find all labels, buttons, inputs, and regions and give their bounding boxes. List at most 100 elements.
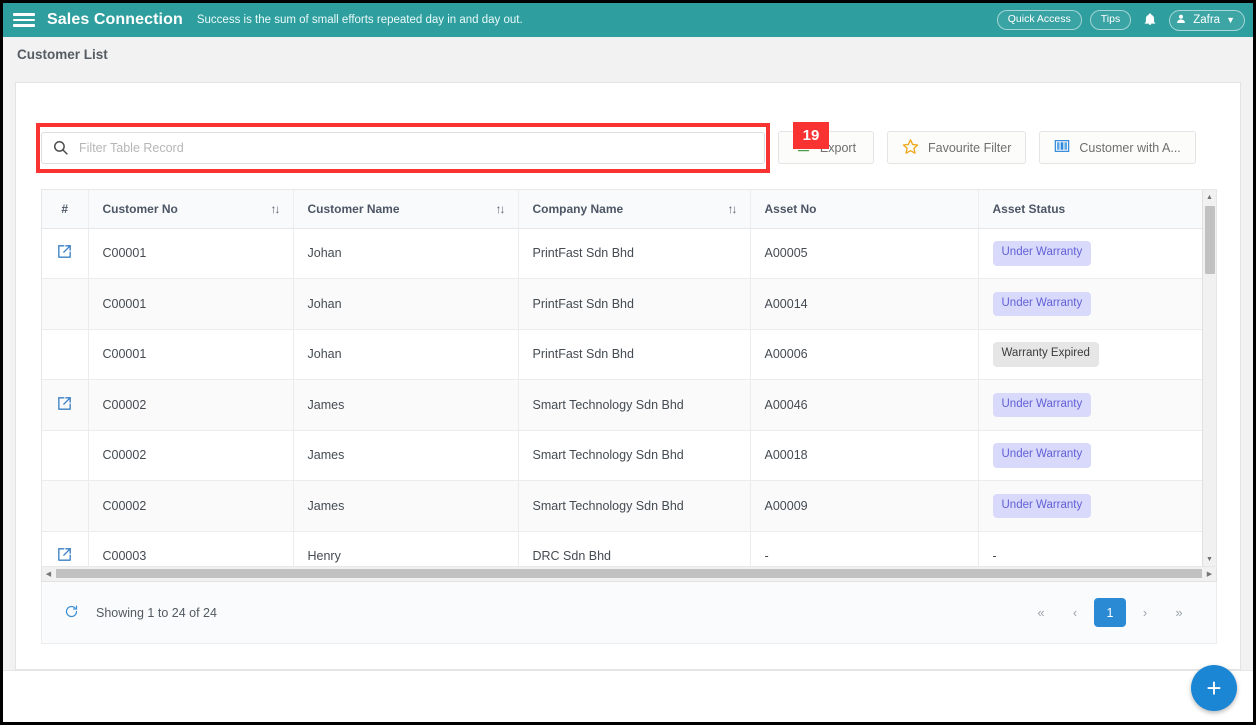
sort-icon[interactable]: ↑↓ bbox=[496, 202, 506, 216]
pagination-last[interactable]: » bbox=[1164, 599, 1194, 627]
cell-asset-no: - bbox=[750, 531, 979, 566]
scroll-left-icon[interactable]: ◀ bbox=[42, 567, 55, 580]
vertical-scroll-thumb[interactable] bbox=[1205, 206, 1215, 274]
cell-asset-status: Under Warranty bbox=[978, 228, 1205, 279]
quick-access-button[interactable]: Quick Access bbox=[996, 10, 1082, 30]
add-customer-fab[interactable]: + bbox=[1191, 665, 1237, 711]
scroll-up-icon[interactable]: ▲ bbox=[1203, 190, 1216, 204]
cell-customer-no: C00001 bbox=[88, 228, 294, 279]
cell-expand bbox=[42, 329, 89, 380]
cell-asset-status: Under Warranty bbox=[978, 480, 1205, 532]
table-row[interactable]: C00001 Johan PrintFast Sdn Bhd A00014 Under … bbox=[42, 278, 1205, 330]
table-row[interactable]: C00001 Johan PrintFast Sdn Bhd A00005 Under … bbox=[42, 228, 1205, 279]
table-footer: Showing 1 to 24 of 24 « ‹ 1 › » bbox=[41, 582, 1217, 644]
bottom-strip bbox=[3, 670, 1253, 722]
column-header-customer-name[interactable]: Customer Name ↑↓ bbox=[293, 190, 519, 229]
app-tagline: Success is the sum of small efforts repe… bbox=[196, 14, 523, 26]
columns-icon bbox=[1054, 138, 1070, 157]
cell-asset-no: A00014 bbox=[750, 278, 979, 330]
customer-list-card: 19 Export Favourite Filter bbox=[15, 82, 1241, 670]
customer-with-asset-button[interactable]: Customer with A... bbox=[1039, 131, 1196, 164]
cell-asset-no: A00006 bbox=[750, 329, 979, 380]
cell-asset-status: - bbox=[978, 531, 1205, 566]
cell-customer-no: C00002 bbox=[88, 480, 294, 532]
cell-expand[interactable] bbox=[42, 531, 89, 566]
scroll-right-icon[interactable]: ▶ bbox=[1203, 567, 1216, 580]
pagination-prev[interactable]: ‹ bbox=[1060, 599, 1090, 627]
chevron-down-icon: ▼ bbox=[1226, 14, 1235, 25]
cell-company-name: PrintFast Sdn Bhd bbox=[518, 329, 751, 380]
cell-asset-status: Under Warranty bbox=[978, 379, 1205, 431]
column-header-company-name[interactable]: Company Name ↑↓ bbox=[518, 190, 751, 229]
cell-customer-no: C00001 bbox=[88, 329, 294, 380]
tips-button[interactable]: Tips bbox=[1089, 10, 1132, 30]
open-in-new-icon[interactable] bbox=[56, 243, 73, 260]
user-menu[interactable]: Zafra ▼ bbox=[1169, 9, 1245, 31]
app-header: Sales Connection Success is the sum of s… bbox=[3, 3, 1253, 37]
refresh-icon[interactable] bbox=[64, 604, 79, 622]
cell-expand bbox=[42, 430, 89, 481]
table-header-row: # Customer No ↑↓ Customer Name ↑↓ Compan… bbox=[42, 190, 1205, 229]
table-row[interactable]: C00002 James Smart Technology Sdn Bhd A0004… bbox=[42, 379, 1205, 431]
hamburger-icon[interactable] bbox=[13, 11, 35, 29]
horizontal-scroll-thumb[interactable] bbox=[56, 569, 1202, 578]
search-icon bbox=[52, 139, 69, 156]
cell-customer-no: C00001 bbox=[88, 278, 294, 330]
column-header-index: # bbox=[42, 190, 89, 229]
cell-asset-no: A00005 bbox=[750, 228, 979, 279]
customer-table: # Customer No ↑↓ Customer Name ↑↓ Compan… bbox=[42, 190, 1205, 566]
table-horizontal-scrollbar[interactable]: ◀ ▶ bbox=[41, 567, 1217, 582]
column-header-asset-status: Asset Status bbox=[978, 190, 1205, 229]
cell-expand[interactable] bbox=[42, 379, 89, 431]
table-vertical-scrollbar[interactable]: ▲ ▼ bbox=[1202, 190, 1216, 566]
header-actions: Quick Access Tips Zafra ▼ bbox=[996, 9, 1245, 31]
app-window: Sales Connection Success is the sum of s… bbox=[0, 0, 1256, 725]
column-label: Customer Name bbox=[307, 201, 400, 216]
open-in-new-icon[interactable] bbox=[56, 395, 73, 412]
pagination-page-1[interactable]: 1 bbox=[1094, 598, 1126, 627]
cell-company-name: DRC Sdn Bhd bbox=[518, 531, 751, 566]
sort-icon[interactable]: ↑↓ bbox=[271, 202, 281, 216]
customer-table-container: # Customer No ↑↓ Customer Name ↑↓ Compan… bbox=[41, 189, 1217, 567]
sort-icon[interactable]: ↑↓ bbox=[728, 202, 738, 216]
cell-company-name: Smart Technology Sdn Bhd bbox=[518, 480, 751, 532]
bell-icon[interactable] bbox=[1139, 11, 1161, 29]
table-row[interactable]: C00002 James Smart Technology Sdn Bhd A0001… bbox=[42, 430, 1205, 481]
favourite-filter-label: Favourite Filter bbox=[928, 140, 1012, 155]
page-title: Customer List bbox=[17, 47, 108, 62]
cell-customer-no: C00002 bbox=[88, 430, 294, 481]
page-title-bar: Customer List bbox=[3, 37, 1253, 72]
cell-company-name: Smart Technology Sdn Bhd bbox=[518, 379, 751, 431]
open-in-new-icon[interactable] bbox=[56, 546, 73, 563]
status-badge: Under Warranty bbox=[992, 443, 1092, 468]
favourite-filter-button[interactable]: Favourite Filter bbox=[887, 131, 1027, 164]
cell-asset-status: Under Warranty bbox=[978, 278, 1205, 330]
cell-customer-name: James bbox=[293, 379, 519, 431]
cell-expand[interactable] bbox=[42, 228, 89, 279]
search-box[interactable] bbox=[41, 131, 765, 164]
table-head: # Customer No ↑↓ Customer Name ↑↓ Compan… bbox=[42, 190, 1205, 229]
table-row[interactable]: C00001 Johan PrintFast Sdn Bhd A00006 Warran… bbox=[42, 329, 1205, 380]
avatar bbox=[1175, 13, 1187, 27]
column-header-customer-no[interactable]: Customer No ↑↓ bbox=[88, 190, 294, 229]
status-badge: Warranty Expired bbox=[992, 342, 1099, 367]
pagination-first[interactable]: « bbox=[1026, 599, 1056, 627]
pagination-next[interactable]: › bbox=[1130, 599, 1160, 627]
table-body: C00001 Johan PrintFast Sdn Bhd A00005 Under … bbox=[42, 228, 1205, 566]
cell-asset-no: A00018 bbox=[750, 430, 979, 481]
step-badge: 19 bbox=[793, 122, 829, 149]
column-label: Customer No bbox=[102, 201, 178, 216]
cell-customer-name: Henry bbox=[293, 531, 519, 566]
cell-asset-status: Under Warranty bbox=[978, 430, 1205, 481]
table-row[interactable]: C00003 Henry DRC Sdn Bhd - - bbox=[42, 531, 1205, 566]
cell-customer-name: Johan bbox=[293, 228, 519, 279]
table-row[interactable]: C00002 James Smart Technology Sdn Bhd A0000… bbox=[42, 480, 1205, 532]
search-input[interactable] bbox=[79, 140, 764, 155]
cell-asset-no: A00046 bbox=[750, 379, 979, 431]
scroll-down-icon[interactable]: ▼ bbox=[1203, 552, 1216, 566]
pagination: « ‹ 1 › » bbox=[1026, 598, 1194, 627]
cell-asset-no: A00009 bbox=[750, 480, 979, 532]
showing-entries-text: Showing 1 to 24 of 24 bbox=[96, 605, 217, 620]
status-badge: Under Warranty bbox=[992, 291, 1092, 316]
status-badge: Under Warranty bbox=[992, 241, 1092, 266]
